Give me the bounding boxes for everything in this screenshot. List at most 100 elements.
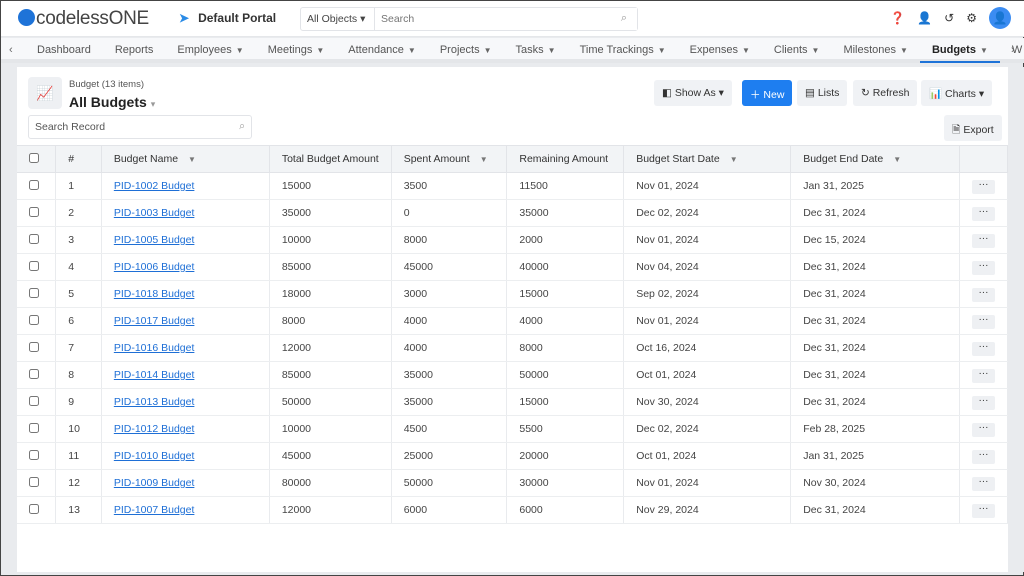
budget-link[interactable]: PID-1016 Budget <box>114 342 195 354</box>
nav-tab-budgets[interactable]: Budgets ▼ <box>919 38 1000 63</box>
global-search-input[interactable] <box>375 8 637 30</box>
column-header[interactable]: Budget End Date ▼ <box>790 145 960 173</box>
cell: 15000 <box>269 172 392 200</box>
search-record-input[interactable]: Search Record ⌕ <box>28 115 252 139</box>
chevron-down-icon[interactable]: ▼ <box>900 46 908 55</box>
budget-link[interactable]: PID-1009 Budget <box>114 477 195 489</box>
column-header[interactable]: # <box>55 145 102 173</box>
more-actions-button[interactable]: ··· <box>971 315 995 329</box>
history-icon[interactable]: ↺ <box>944 11 954 25</box>
gear-icon[interactable]: ⚙ <box>966 11 977 25</box>
nav-tab-employees[interactable]: Employees ▼ <box>165 38 255 63</box>
cell: Nov 01, 2024 <box>623 172 792 200</box>
row-checkbox[interactable] <box>29 260 39 271</box>
cell: 4 <box>55 253 102 281</box>
budget-link[interactable]: PID-1002 Budget <box>114 180 195 192</box>
nav-tab-expenses[interactable]: Expenses ▼ <box>678 38 762 63</box>
table-row: 11 PID-1010 Budget 45000 25000 20000 Oct 01, … <box>17 442 1009 470</box>
nav-tab-projects[interactable]: Projects ▼ <box>428 38 504 63</box>
chevron-down-icon[interactable]: ▼ <box>236 46 244 55</box>
chevron-down-icon[interactable]: ▼ <box>408 46 416 55</box>
more-actions-button[interactable]: ··· <box>971 342 995 356</box>
chevron-down-icon[interactable]: ▼ <box>742 46 750 55</box>
export-button[interactable]: 🗎 Export <box>944 115 1002 141</box>
more-actions-button[interactable]: ··· <box>971 504 995 518</box>
nav-tab-time-trackings[interactable]: Time Trackings ▼ <box>568 38 678 63</box>
help-icon[interactable]: ❓ <box>890 11 905 25</box>
sort-icon[interactable]: ▼ <box>188 155 196 164</box>
more-actions-button[interactable]: ··· <box>971 477 995 491</box>
search-icon[interactable]: ⌕ <box>621 12 627 25</box>
row-checkbox[interactable] <box>29 395 39 406</box>
more-actions-button[interactable]: ··· <box>971 261 995 275</box>
view-selector[interactable]: All Budgets ▾ <box>69 94 155 110</box>
select-all-checkbox[interactable] <box>29 152 39 163</box>
budget-link[interactable]: PID-1005 Budget <box>114 234 195 246</box>
budget-link[interactable]: PID-1012 Budget <box>114 423 195 435</box>
row-checkbox[interactable] <box>29 341 39 352</box>
more-actions-button[interactable]: ··· <box>971 369 995 383</box>
column-header[interactable]: Remaining Amount <box>506 145 625 173</box>
cell: 50000 <box>506 361 625 389</box>
chevron-down-icon[interactable]: ▼ <box>812 46 820 55</box>
nav-tab-dashboard[interactable]: Dashboard <box>25 38 103 63</box>
column-header[interactable]: Total Budget Amount <box>269 145 392 173</box>
portal-switcher[interactable]: ➤ Default Portal <box>179 11 276 25</box>
row-checkbox[interactable] <box>29 287 39 298</box>
budget-link[interactable]: PID-1014 Budget <box>114 369 195 381</box>
chevron-down-icon[interactable]: ▼ <box>484 46 492 55</box>
nav-tab-reports[interactable]: Reports <box>103 38 166 63</box>
sort-icon[interactable]: ▼ <box>893 155 901 164</box>
column-header[interactable]: Budget Name ▼ <box>101 145 270 173</box>
new-button[interactable]: ＋ New <box>742 80 792 106</box>
budget-link[interactable]: PID-1018 Budget <box>114 288 195 300</box>
row-checkbox[interactable] <box>29 233 39 244</box>
budget-link[interactable]: PID-1003 Budget <box>114 207 195 219</box>
row-checkbox[interactable] <box>29 206 39 217</box>
budget-link[interactable]: PID-1010 Budget <box>114 450 195 462</box>
cell: Dec 31, 2024 <box>790 496 960 524</box>
sort-icon[interactable]: ▼ <box>480 155 488 164</box>
object-select[interactable]: All Objects ▾ <box>301 8 375 30</box>
nav-tab-milestones[interactable]: Milestones ▼ <box>831 38 920 63</box>
sort-icon[interactable]: ▼ <box>730 155 738 164</box>
nav-tab-meetings[interactable]: Meetings ▼ <box>256 38 337 63</box>
nav-tab-tasks[interactable]: Tasks ▼ <box>504 38 568 63</box>
more-actions-button[interactable]: ··· <box>971 396 995 410</box>
row-checkbox[interactable] <box>29 476 39 487</box>
row-checkbox[interactable] <box>29 314 39 325</box>
more-actions-button[interactable]: ··· <box>971 180 995 194</box>
more-actions-button[interactable]: ··· <box>971 423 995 437</box>
row-checkbox[interactable] <box>29 449 39 460</box>
chevron-down-icon[interactable]: ▼ <box>316 46 324 55</box>
more-actions-button[interactable]: ··· <box>971 288 995 302</box>
budget-link[interactable]: PID-1017 Budget <box>114 315 195 327</box>
budget-link[interactable]: PID-1013 Budget <box>114 396 195 408</box>
refresh-button[interactable]: ↻ Refresh <box>853 80 918 106</box>
row-checkbox[interactable] <box>29 368 39 379</box>
chevron-down-icon[interactable]: ▼ <box>548 46 556 55</box>
logo[interactable]: codelessONE <box>18 8 149 30</box>
add-user-icon[interactable]: 👤 <box>917 11 932 25</box>
nav-right-arrow-icon[interactable]: › <box>1011 44 1015 56</box>
row-checkbox[interactable] <box>29 179 39 190</box>
column-header[interactable]: Spent Amount ▼ <box>391 145 508 173</box>
chevron-down-icon[interactable]: ▼ <box>658 46 666 55</box>
show-as-button[interactable]: ◧ Show As ▾ <box>654 80 732 106</box>
budget-link[interactable]: PID-1007 Budget <box>114 504 195 516</box>
column-header[interactable]: Budget Start Date ▼ <box>623 145 792 173</box>
nav-left-arrow-icon[interactable]: ‹ <box>9 44 13 56</box>
nav-tab-clients[interactable]: Clients ▼ <box>762 38 832 63</box>
more-actions-button[interactable]: ··· <box>971 234 995 248</box>
more-actions-button[interactable]: ··· <box>971 450 995 464</box>
chevron-down-icon[interactable]: ▼ <box>980 46 988 55</box>
charts-button[interactable]: 📊 Charts ▾ <box>921 80 993 106</box>
more-actions-button[interactable]: ··· <box>971 207 995 221</box>
row-checkbox[interactable] <box>29 422 39 433</box>
avatar[interactable]: 👤 <box>989 7 1011 29</box>
scrollbar[interactable] <box>1009 67 1024 572</box>
row-checkbox[interactable] <box>29 503 39 514</box>
budget-link[interactable]: PID-1006 Budget <box>114 261 195 273</box>
lists-button[interactable]: ▤ Lists <box>797 80 848 106</box>
nav-tab-attendance[interactable]: Attendance ▼ <box>336 38 428 63</box>
